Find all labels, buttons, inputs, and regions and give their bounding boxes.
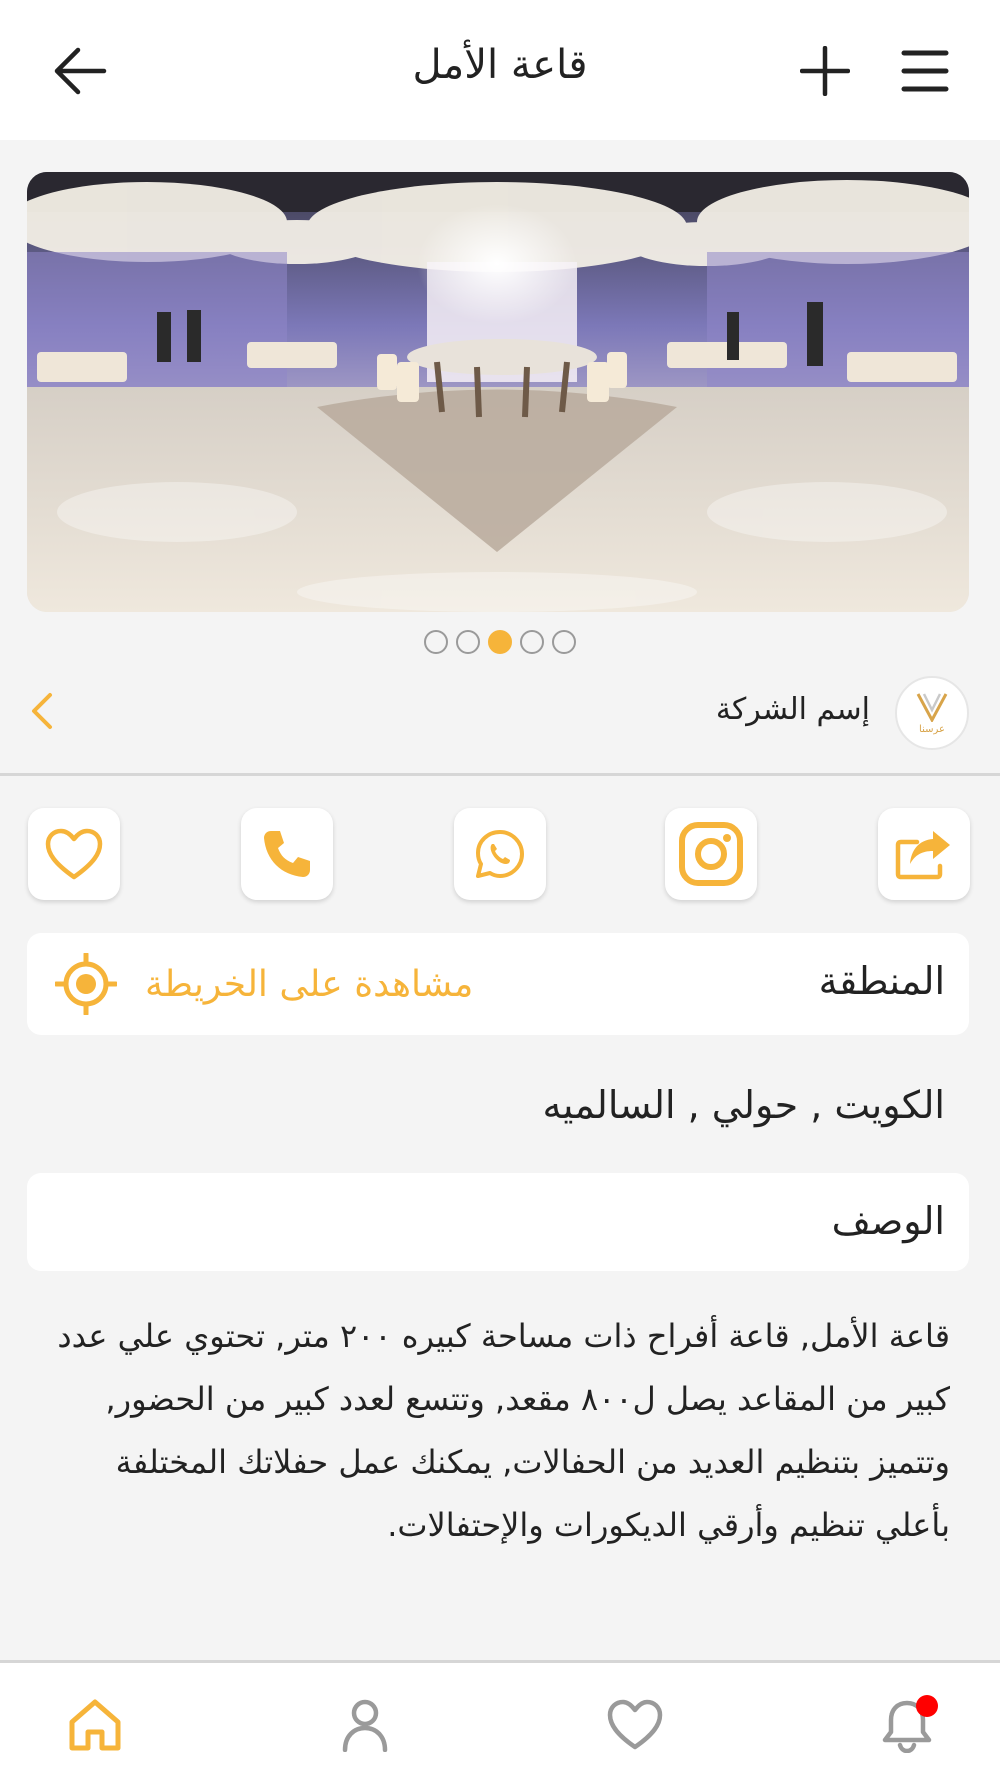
company-logo: عرسنا: [895, 676, 969, 750]
top-app-bar: قاعة الأمل: [0, 0, 1000, 140]
whatsapp-icon: [476, 830, 524, 878]
hall-image-carousel[interactable]: [27, 172, 969, 612]
heart-icon: [607, 1699, 663, 1750]
phone-icon: [264, 831, 310, 877]
carousel-dot[interactable]: [456, 630, 480, 654]
share-button[interactable]: [878, 808, 970, 900]
share-icon: [895, 831, 950, 880]
heart-icon: [45, 828, 103, 880]
arrow-left-icon: [54, 47, 107, 95]
page-title: قاعة الأمل: [412, 42, 588, 88]
location-value: الكويت , حولي , السالميه: [542, 1083, 946, 1127]
user-icon: [342, 1699, 388, 1752]
view-on-map-link[interactable]: مشاهدة على الخريطة: [55, 951, 473, 1017]
carousel-dot[interactable]: [552, 630, 576, 654]
carousel-dot[interactable]: [424, 630, 448, 654]
company-row[interactable]: عرسنا إسم الشركة: [0, 676, 1000, 776]
location-target-icon: [55, 953, 117, 1015]
company-logo-mark: [916, 692, 948, 722]
action-buttons-row: [0, 808, 1000, 902]
company-details-arrow[interactable]: [22, 686, 62, 736]
section-divider: [0, 773, 1000, 776]
company-logo-text: عرسنا: [919, 723, 945, 735]
plus-icon: [800, 46, 850, 96]
carousel-indicator: [0, 630, 1000, 656]
region-label: المنطقة: [818, 959, 945, 1003]
menu-button[interactable]: [890, 36, 960, 106]
back-button[interactable]: [40, 36, 120, 106]
description-card: الوصف: [27, 1173, 969, 1271]
hall-photo: [27, 172, 969, 612]
bottom-navigation: [0, 1660, 1000, 1778]
instagram-button[interactable]: [665, 808, 757, 900]
hamburger-menu-icon: [901, 50, 949, 92]
whatsapp-button[interactable]: [454, 808, 546, 900]
favorite-button[interactable]: [28, 808, 120, 900]
carousel-dot-active[interactable]: [488, 630, 512, 654]
nav-home[interactable]: [60, 1693, 130, 1757]
notification-badge: [916, 1695, 938, 1717]
region-card: المنطقة مشاهدة على الخريطة: [27, 933, 969, 1035]
description-label: الوصف: [831, 1199, 945, 1243]
nav-notifications[interactable]: [872, 1693, 942, 1757]
nav-profile[interactable]: [330, 1693, 400, 1757]
instagram-icon: [679, 822, 743, 886]
nav-favorites[interactable]: [600, 1693, 670, 1757]
carousel-dot[interactable]: [520, 630, 544, 654]
company-name: إسم الشركة: [715, 692, 870, 727]
home-icon: [69, 1699, 121, 1751]
view-on-map-text: مشاهدة على الخريطة: [145, 963, 474, 1005]
chevron-left-icon: [32, 693, 52, 729]
description-text: قاعة الأمل, قاعة أفراح ذات مساحة كبيره ٢…: [57, 1317, 950, 1544]
add-button[interactable]: [790, 36, 860, 106]
call-button[interactable]: [241, 808, 333, 900]
